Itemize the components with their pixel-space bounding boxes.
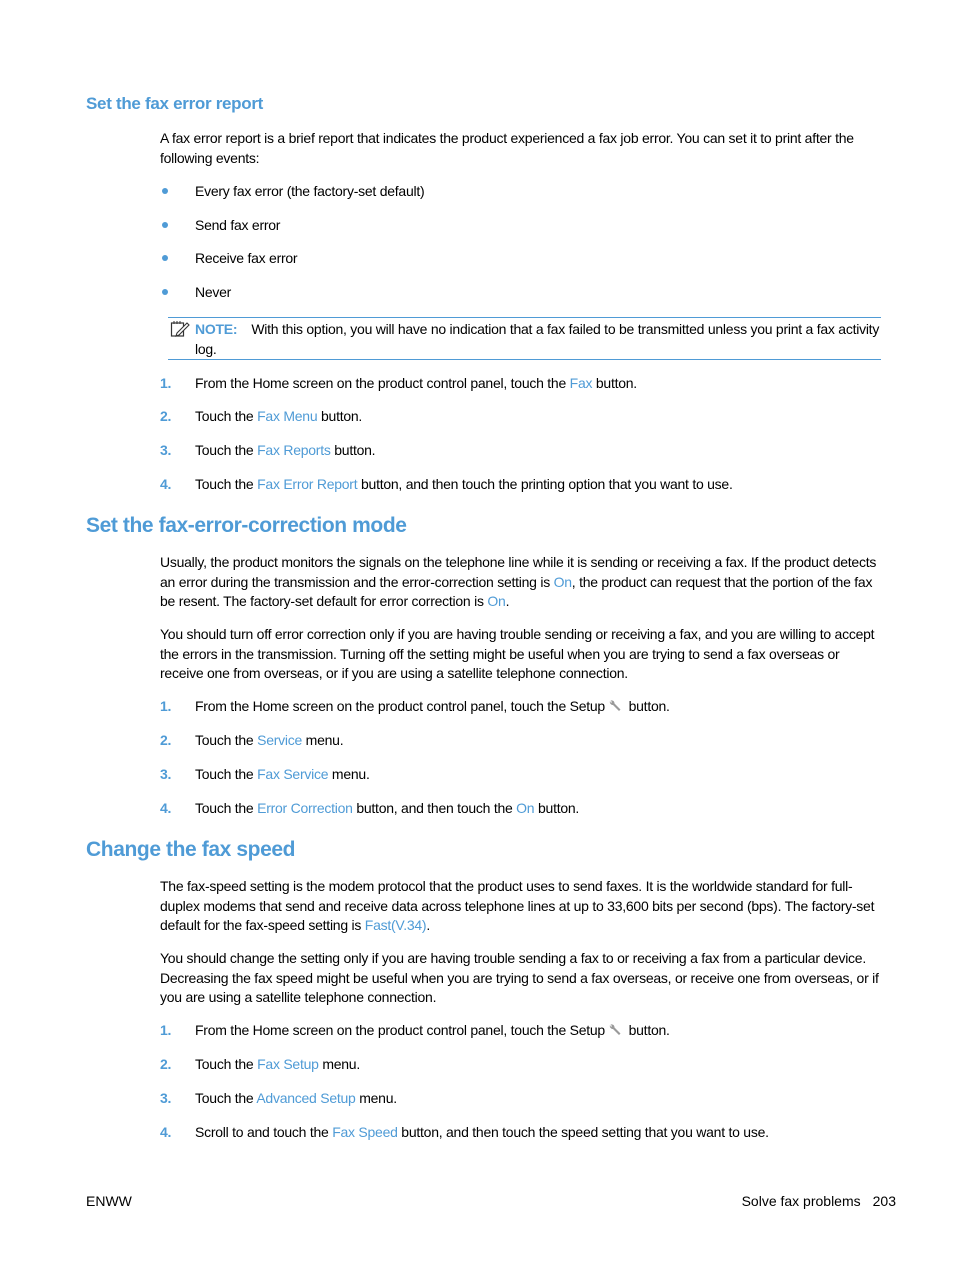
step-number: 2. — [160, 1056, 172, 1072]
section-heading-error-correction: Set the fax-error-correction mode — [86, 514, 407, 537]
note-pencil-icon — [170, 321, 190, 337]
step-number: 3. — [160, 766, 172, 782]
service-menu-ref: Service — [257, 732, 303, 748]
error-correction-paragraph-2: You should turn off error correction onl… — [160, 626, 875, 681]
wrench-icon — [609, 1024, 621, 1035]
step-number: 2. — [160, 408, 172, 424]
step-number: 4. — [160, 476, 172, 492]
fax-speed-paragraph: The fax-speed setting is the modem proto… — [160, 878, 875, 933]
step-number: 3. — [160, 442, 172, 458]
fax-setup-ref: Fax Setup — [257, 1056, 319, 1072]
footer-locale: ENWW — [86, 1193, 132, 1209]
intro-paragraph: A fax error report is a brief report tha… — [160, 130, 854, 166]
section-heading-fax-speed: Change the fax speed — [86, 838, 296, 861]
advanced-setup-ref: Advanced Setup — [256, 1090, 356, 1106]
error-correction-ref: Error Correction — [257, 800, 353, 816]
note-label: NOTE: — [195, 321, 238, 337]
note-text: NOTE: With this option, you will have no … — [195, 321, 880, 357]
wrench-icon — [609, 700, 621, 711]
fax-speed-paragraph-2: You should change the setting only if yo… — [160, 950, 879, 1005]
section-heading-fax-error-report: Set the fax error report — [86, 94, 264, 113]
fax-reports-ref: Fax Reports — [257, 442, 331, 458]
fax-button-ref: Fax — [569, 375, 593, 391]
page-number: 203 — [872, 1193, 896, 1209]
fax-error-report-ref: Fax Error Report — [257, 476, 358, 492]
bullet-icon — [162, 289, 168, 295]
step-number: 1. — [160, 698, 172, 714]
step-number: 1. — [160, 1022, 172, 1038]
step-number: 3. — [160, 1090, 172, 1106]
error-correction-paragraph: Usually, the product monitors the signal… — [160, 554, 877, 609]
step-number: 2. — [160, 732, 172, 748]
step-number: 4. — [160, 800, 172, 816]
on-button-ref: On — [516, 800, 535, 816]
step-number: 1. — [160, 375, 172, 391]
footer-page-info: Solve fax problems 203 — [742, 1193, 896, 1209]
step-number: 4. — [160, 1124, 172, 1140]
bullet-icon — [162, 255, 168, 261]
note-box: NOTE: With this option, you will have no … — [168, 317, 881, 360]
bullet-icon — [162, 188, 168, 194]
fax-menu-ref: Fax Menu — [257, 408, 318, 424]
bullet-icon — [162, 222, 168, 228]
document-page: Set the fax error report A fax error rep… — [86, 94, 896, 1209]
fax-speed-ref: Fax Speed — [332, 1124, 398, 1140]
fax-service-ref: Fax Service — [257, 766, 329, 782]
footer-section-title: Solve fax problems — [741, 1193, 861, 1209]
